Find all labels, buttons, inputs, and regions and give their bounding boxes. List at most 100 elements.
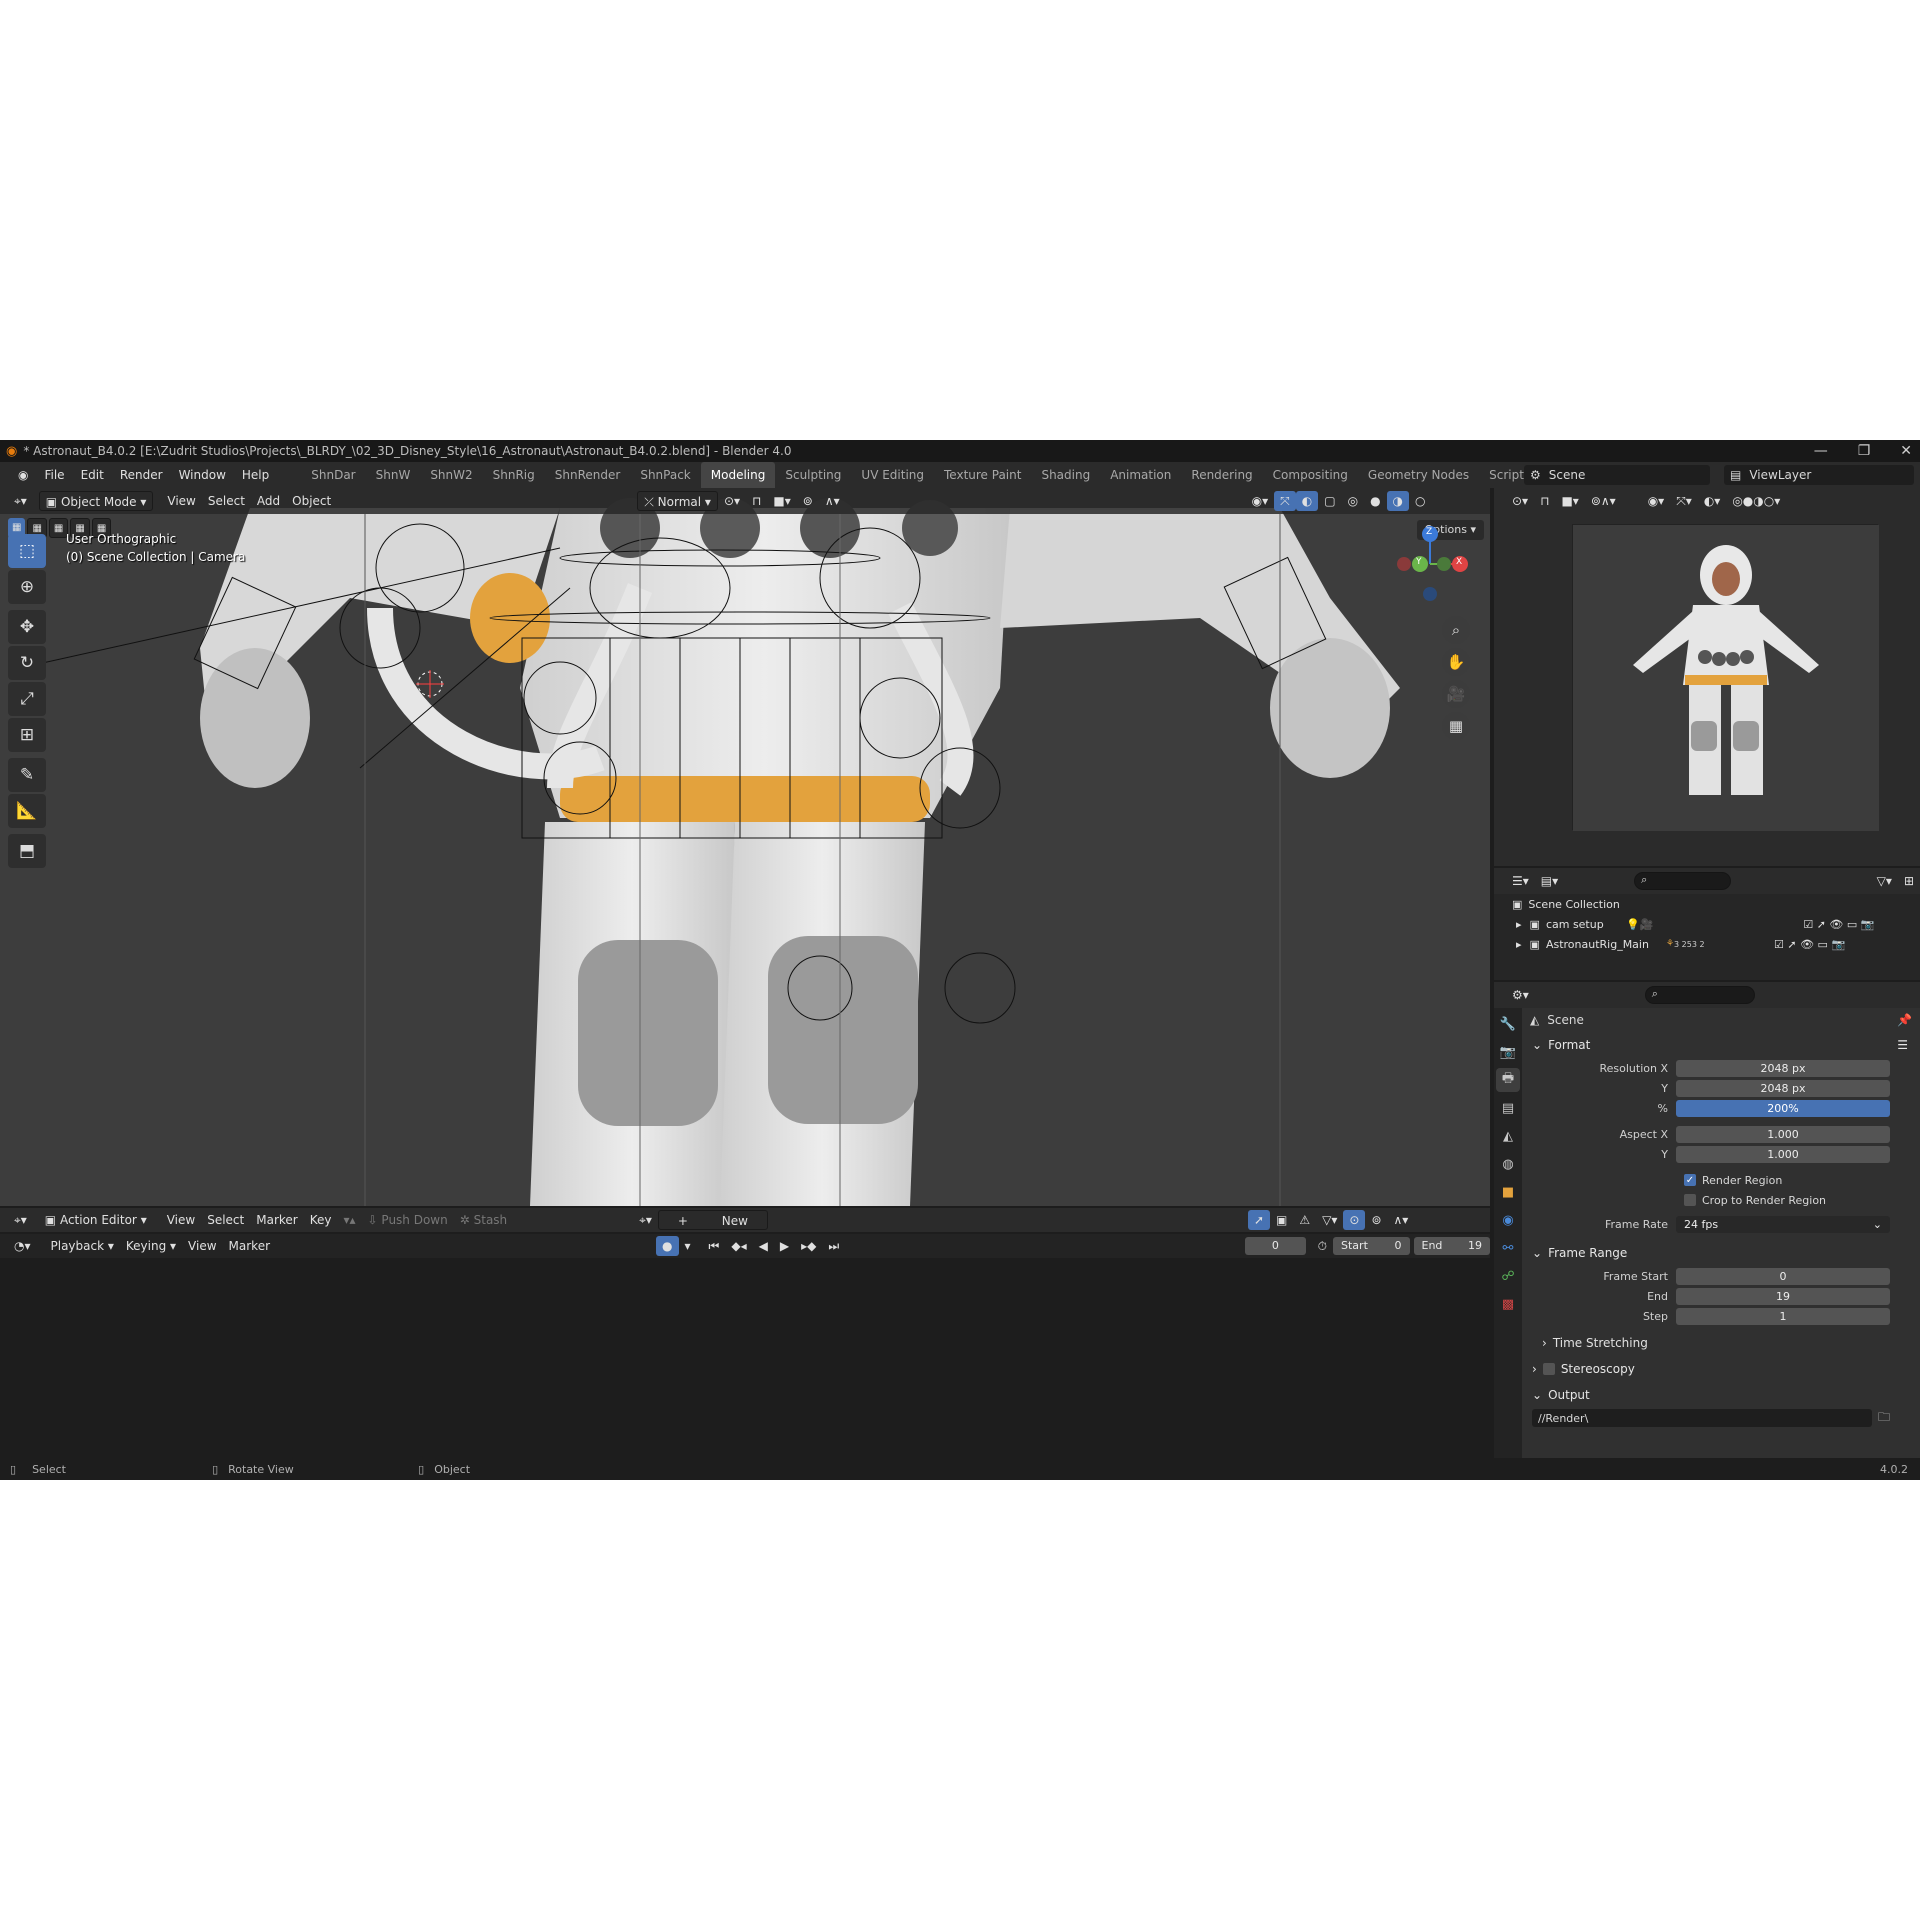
layer-arrows-icon[interactable]: ▾▴ <box>337 1210 361 1230</box>
frame-step-field[interactable]: 1 <box>1676 1307 1890 1325</box>
tab-shnw2[interactable]: ShnW2 <box>420 462 482 488</box>
format-panel-header[interactable]: ⌄ Format ☰ <box>1524 1032 1920 1058</box>
ortho-grid-icon[interactable]: ▦ <box>1442 712 1470 740</box>
pan-hand-icon[interactable]: ✋ <box>1442 648 1470 676</box>
render-region-checkbox[interactable]: ✓ <box>1684 1174 1696 1186</box>
action-editor-type-icon[interactable]: ⌖▾ <box>8 1210 33 1230</box>
preview-range-icon[interactable]: ⏱ <box>1312 1236 1333 1256</box>
prev-keyframe-icon[interactable]: ◆◂ <box>725 1236 752 1256</box>
physics-tab-icon[interactable]: ◉ <box>1496 1208 1520 1232</box>
tab-rendering[interactable]: Rendering <box>1181 462 1262 488</box>
output-panel-header[interactable]: ⌄ Output <box>1524 1382 1920 1408</box>
current-frame-field[interactable]: 0 <box>1245 1237 1306 1255</box>
viewport-menu-add[interactable]: Add <box>251 491 286 511</box>
select-box-tool-icon[interactable]: ⬚ <box>8 534 46 568</box>
preview-shading-icon[interactable]: ◎●◑○▾ <box>1726 491 1786 511</box>
outliner-type-icon[interactable]: ☰▾ <box>1506 871 1535 891</box>
move-tool-icon[interactable]: ✥ <box>8 610 46 644</box>
camera-preview-area[interactable]: ⊙▾ ⊓ ■▾ ⊚∧▾ ◉▾ ⤧▾ ◐▾ ◎●◑○▾ <box>1494 488 1920 866</box>
properties-type-icon[interactable]: ⚙▾ <box>1506 985 1535 1005</box>
tab-shnrender[interactable]: ShnRender <box>545 462 631 488</box>
outliner-filter-icon[interactable]: ▽▾ <box>1871 871 1898 891</box>
resolution-percent-field[interactable]: 200% <box>1676 1099 1890 1117</box>
push-down-button[interactable]: ⇩ Push Down <box>362 1210 454 1230</box>
crop-region-checkbox[interactable] <box>1684 1194 1696 1206</box>
show-hidden-icon[interactable]: ▣ <box>1270 1210 1293 1230</box>
preview-snap-icon[interactable]: ■▾ <box>1555 491 1584 511</box>
3d-viewport[interactable]: ⌖▾ ▣ Object Mode ▾ View Select Add Objec… <box>0 488 1490 1206</box>
preview-overlay-icon[interactable]: ◐▾ <box>1698 491 1727 511</box>
filter-icon[interactable]: ▽▾ <box>1316 1210 1343 1230</box>
material-shading-icon[interactable]: ◑ <box>1386 491 1410 511</box>
tab-shading[interactable]: Shading <box>1031 462 1100 488</box>
view-layer-selector[interactable]: ▤ ViewLayer <box>1724 465 1914 485</box>
display-mode-icon[interactable]: ▤▾ <box>1535 871 1564 891</box>
menu-file[interactable]: File <box>36 462 72 488</box>
frame-end-field[interactable]: 19 <box>1676 1287 1890 1305</box>
action-menu-view[interactable]: View <box>161 1210 201 1230</box>
scene-tab-icon[interactable]: ◭ <box>1496 1124 1520 1148</box>
action-menu-marker[interactable]: Marker <box>250 1210 303 1230</box>
tool-tab-icon[interactable]: 🔧 <box>1496 1012 1520 1036</box>
time-stretching-subpanel[interactable]: › Time Stretching <box>1524 1330 1920 1356</box>
viewport-menu-select[interactable]: Select <box>202 491 251 511</box>
preview-gizmo-icon[interactable]: ⤧▾ <box>1670 491 1698 511</box>
measure-tool-icon[interactable]: 📐 <box>8 794 46 828</box>
overlay-icon[interactable]: ◐ <box>1295 491 1319 511</box>
presets-icon[interactable]: ☰ <box>1897 1038 1908 1052</box>
viewport-menu-object[interactable]: Object <box>286 491 337 511</box>
pin-icon[interactable]: 📌 <box>1897 1013 1912 1027</box>
tab-modeling[interactable]: Modeling <box>700 462 776 488</box>
wireframe-shading-icon[interactable]: ◎ <box>1342 491 1364 511</box>
outliner-search-input[interactable]: ⌕ <box>1634 872 1731 890</box>
scene-collection-row[interactable]: ▣ Scene Collection <box>1494 894 1920 914</box>
next-keyframe-icon[interactable]: ▸◆ <box>795 1236 822 1256</box>
expand-arrow-icon[interactable]: ▸ <box>1516 938 1522 951</box>
tab-uv-editing[interactable]: UV Editing <box>851 462 934 488</box>
tab-animation[interactable]: Animation <box>1100 462 1181 488</box>
gizmo-icon[interactable]: ⤧ <box>1274 491 1296 511</box>
annotate-tool-icon[interactable]: ✎ <box>8 758 46 792</box>
record-options-icon[interactable]: ▾ <box>679 1236 697 1256</box>
preview-editor-type-icon[interactable]: ⊙▾ <box>1506 491 1534 511</box>
world-tab-icon[interactable]: ◍ <box>1496 1152 1520 1176</box>
action-browse-icon[interactable]: ⌖▾ <box>633 1210 658 1230</box>
falloff-icon[interactable]: ∧▾ <box>819 491 846 511</box>
tab-compositing[interactable]: Compositing <box>1263 462 1358 488</box>
add-cube-tool-icon[interactable]: ⬒ <box>8 834 46 868</box>
action-menu-select[interactable]: Select <box>201 1210 250 1230</box>
editor-type-icon[interactable]: ⌖▾ <box>8 491 33 511</box>
stereoscopy-checkbox[interactable] <box>1542 1363 1555 1375</box>
tab-shnpack[interactable]: ShnPack <box>630 462 700 488</box>
keying-menu[interactable]: Keying ▾ <box>120 1236 182 1256</box>
scale-tool-icon[interactable]: ⤢ <box>8 682 46 716</box>
menu-edit[interactable]: Edit <box>73 462 112 488</box>
tab-geometry-nodes[interactable]: Geometry Nodes <box>1358 462 1479 488</box>
play-reverse-icon[interactable]: ◀ <box>753 1236 774 1256</box>
auto-snap-icon[interactable]: ⊙ <box>1343 1210 1366 1230</box>
preview-visibility-icon[interactable]: ◉▾ <box>1642 491 1671 511</box>
jump-end-icon[interactable]: ⏭ <box>822 1236 845 1256</box>
snap-target-icon[interactable]: ■▾ <box>767 491 796 511</box>
action-menu-key[interactable]: Key <box>304 1210 338 1230</box>
frame-rate-dropdown[interactable]: 24 fps ⌄ <box>1676 1215 1890 1233</box>
only-selected-icon[interactable]: ➚ <box>1247 1210 1271 1230</box>
action-falloff-icon[interactable]: ∧▾ <box>1388 1210 1415 1230</box>
tab-shnw[interactable]: ShnW <box>366 462 421 488</box>
rendered-shading-icon[interactable]: ○ <box>1409 491 1431 511</box>
minimize-icon[interactable]: — <box>1814 443 1828 459</box>
action-editor-mode-dropdown[interactable]: ▣ Action Editor ▾ <box>39 1210 153 1230</box>
resolution-y-field[interactable]: 2048 px <box>1676 1079 1890 1097</box>
jump-start-icon[interactable]: ⏮ <box>703 1236 726 1256</box>
timeline-menu-marker[interactable]: Marker <box>223 1236 276 1256</box>
folder-icon[interactable]: 🗀 <box>1878 1408 1890 1429</box>
camera-view-icon[interactable]: 🎥 <box>1442 680 1470 708</box>
resolution-x-field[interactable]: 2048 px <box>1676 1059 1890 1077</box>
tab-sculpting[interactable]: Sculpting <box>775 462 851 488</box>
frame-range-panel-header[interactable]: ⌄ Frame Range <box>1524 1240 1920 1266</box>
tab-texture-paint[interactable]: Texture Paint <box>934 462 1031 488</box>
visibility-icon[interactable]: ◉▾ <box>1246 491 1275 511</box>
view-layer-tab-icon[interactable]: ▤ <box>1496 1096 1520 1120</box>
playback-menu[interactable]: Playback ▾ <box>45 1236 120 1256</box>
expand-arrow-icon[interactable]: ▸ <box>1516 918 1522 931</box>
